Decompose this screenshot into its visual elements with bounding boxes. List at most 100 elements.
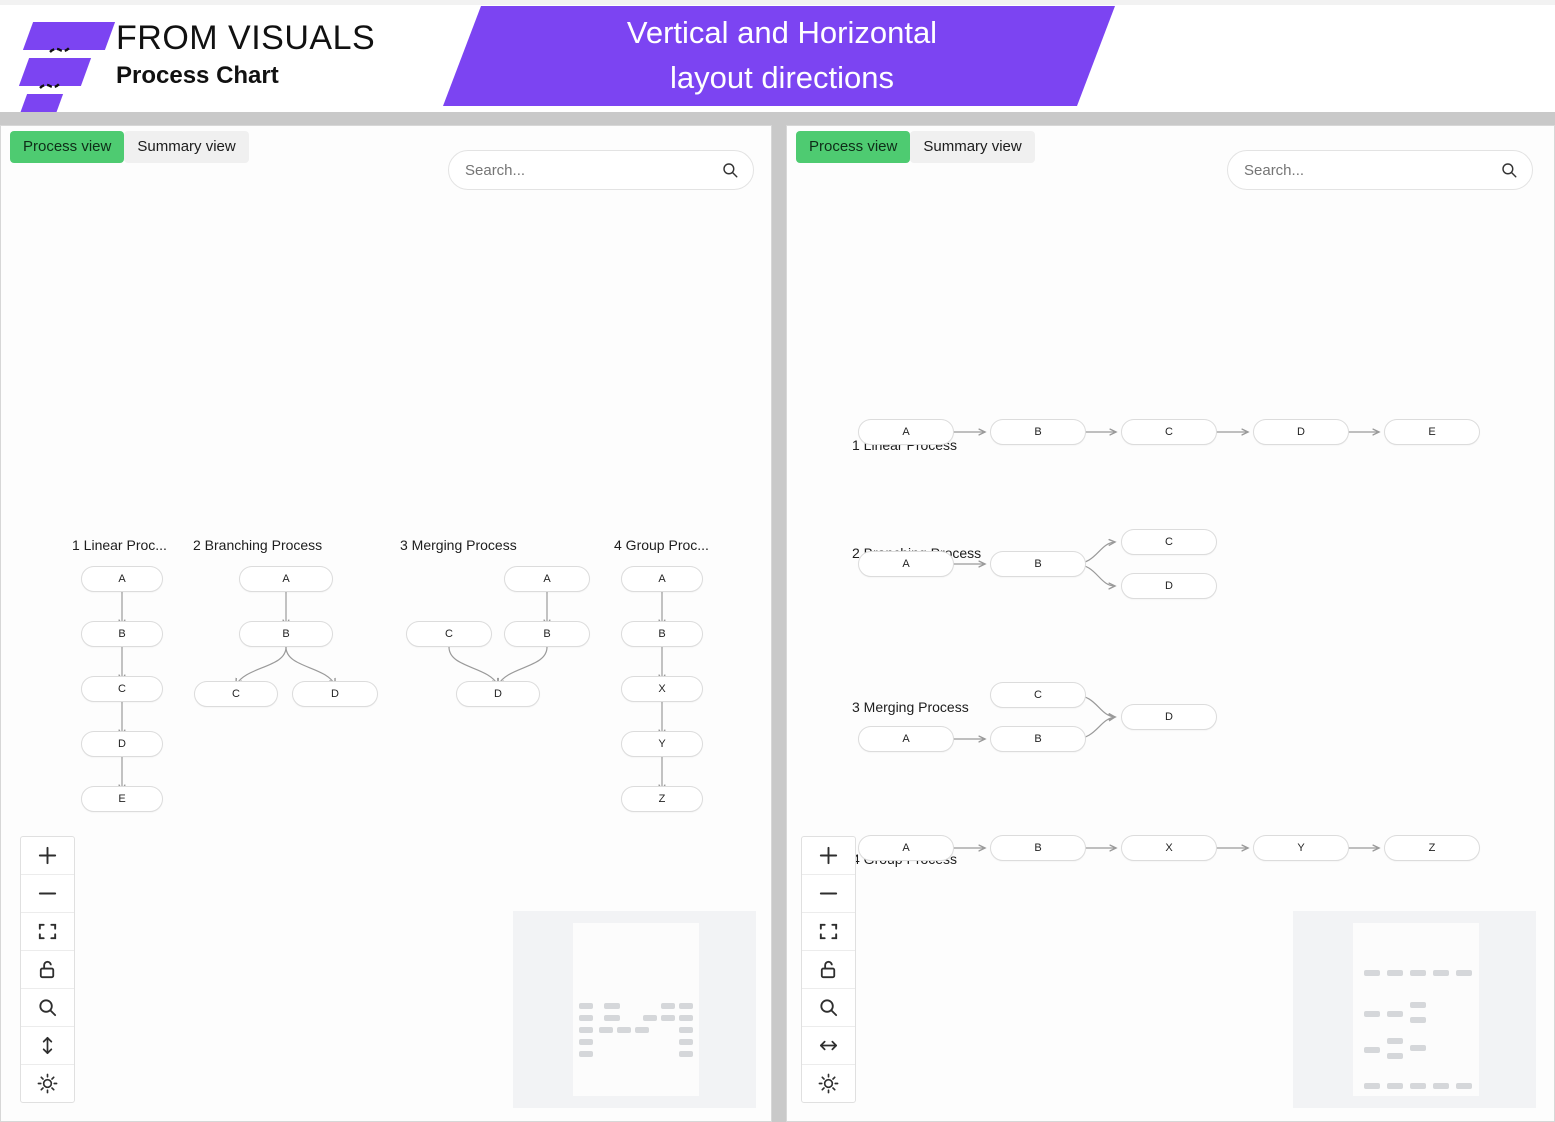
zoom-in-button[interactable] [802,837,855,875]
brightness-icon [37,1073,58,1094]
minimap-vertical[interactable] [513,911,756,1108]
node-merging-a-h[interactable]: A [858,726,954,752]
layout-direction-button[interactable] [802,1027,855,1065]
node-group-y-v[interactable]: Y [621,731,703,757]
zoom-in-button[interactable] [21,837,74,875]
zoom-out-icon [819,892,838,895]
panel-horizontal-layout: Process view Summary view Search... 1 Li… [786,125,1555,1122]
fit-screen-button[interactable] [21,913,74,951]
header-top-strip [0,0,1555,5]
node-group-z-h[interactable]: Z [1384,835,1480,861]
node-group-b-v[interactable]: B [621,621,703,647]
tab-process-view[interactable]: Process view [796,131,911,163]
node-group-x-v[interactable]: X [621,676,703,702]
node-branching-b-v[interactable]: B [239,621,333,647]
toolbar-search-button[interactable] [21,989,74,1027]
brand-subtitle: Process Chart [116,61,279,89]
toolbar-horizontal [801,836,856,1103]
node-merging-c-h[interactable]: C [990,682,1086,708]
toolbar-search-button[interactable] [802,989,855,1027]
node-linear-e-h[interactable]: E [1384,419,1480,445]
node-linear-b-h[interactable]: B [990,419,1086,445]
zoom-in-icon [819,846,838,865]
search-box-vertical[interactable] [448,150,754,190]
panel-vertical-layout: Process view Summary view Search... 1 Li… [0,125,772,1122]
group-title-merging-h: 3 Merging Process [852,699,969,715]
node-merging-c-v[interactable]: C [406,621,492,647]
zoom-out-button[interactable] [21,875,74,913]
from-visuals-logo-icon [10,8,116,112]
search-input-vertical[interactable] [463,160,721,180]
theme-button[interactable] [21,1065,74,1102]
node-branching-d-h[interactable]: D [1121,573,1217,599]
node-branching-c-h[interactable]: C [1121,529,1217,555]
vertical-arrows-icon [42,1036,53,1055]
fit-screen-icon [819,923,838,940]
header-divider [0,112,1555,125]
node-linear-a-h[interactable]: A [858,419,954,445]
toolbar-vertical [20,836,75,1103]
node-branching-b-h[interactable]: B [990,551,1086,577]
node-linear-c-v[interactable]: C [81,676,163,702]
node-linear-b-v[interactable]: B [81,621,163,647]
node-branching-a-v[interactable]: A [239,566,333,592]
node-branching-c-v[interactable]: C [194,681,278,707]
search-box-horizontal[interactable] [1227,150,1533,190]
group-title-group-v: 4 Group Proc... [614,537,709,553]
group-title-linear-v: 1 Linear Proc... [72,537,167,553]
node-group-b-h[interactable]: B [990,835,1086,861]
node-group-z-v[interactable]: Z [621,786,703,812]
search-icon [39,999,57,1017]
node-merging-d-h[interactable]: D [1121,704,1217,730]
brand: FROM VISUALS Process Chart [10,8,376,112]
unlock-icon [820,961,836,979]
tabs-horizontal: Process view Summary view [796,131,1035,163]
banner-title: Vertical and Horizontal layout direction… [621,11,937,101]
node-merging-d-v[interactable]: D [456,681,540,707]
group-title-branching-v: 2 Branching Process [193,537,323,553]
fit-screen-icon [38,923,57,940]
search-input-horizontal[interactable] [1242,160,1500,180]
node-merging-a-v[interactable]: A [504,566,590,592]
banner-line-1: Vertical and Horizontal [626,15,938,51]
zoom-out-button[interactable] [802,875,855,913]
node-linear-d-h[interactable]: D [1253,419,1349,445]
node-branching-d-v[interactable]: D [292,681,378,707]
node-group-y-h[interactable]: Y [1253,835,1349,861]
header-banner: Vertical and Horizontal layout direction… [443,6,1115,106]
page-header: FROM VISUALS Process Chart Vertical and … [0,0,1555,112]
node-linear-c-h[interactable]: C [1121,419,1217,445]
minimap-viewport-horizontal [1353,923,1479,1096]
brightness-icon [818,1073,839,1094]
node-linear-a-v[interactable]: A [81,566,163,592]
minimap-horizontal[interactable] [1293,911,1536,1108]
node-linear-e-v[interactable]: E [81,786,163,812]
group-title-merging-v: 3 Merging Process [400,537,517,553]
zoom-out-icon [38,892,57,895]
node-group-x-h[interactable]: X [1121,835,1217,861]
node-merging-b-h[interactable]: B [990,726,1086,752]
lock-toggle-button[interactable] [802,951,855,989]
node-branching-a-h[interactable]: A [858,551,954,577]
node-merging-b-v[interactable]: B [504,621,590,647]
search-icon [1502,163,1517,178]
search-icon [820,999,838,1017]
fit-screen-button[interactable] [802,913,855,951]
search-icon [723,163,738,178]
tab-process-view[interactable]: Process view [10,131,125,163]
zoom-in-icon [38,846,57,865]
node-linear-d-v[interactable]: D [81,731,163,757]
layout-direction-button[interactable] [21,1027,74,1065]
node-group-a-h[interactable]: A [858,835,954,861]
tabs-vertical: Process view Summary view [10,131,249,163]
node-group-a-v[interactable]: A [621,566,703,592]
theme-button[interactable] [802,1065,855,1102]
horizontal-arrows-icon [819,1040,838,1051]
brand-title: FROM VISUALS [116,18,376,57]
tab-summary-view[interactable]: Summary view [910,131,1035,163]
minimap-viewport-vertical [573,923,699,1096]
lock-toggle-button[interactable] [21,951,74,989]
tab-summary-view[interactable]: Summary view [124,131,249,163]
unlock-icon [39,961,55,979]
banner-line-2: layout directions [669,60,894,95]
